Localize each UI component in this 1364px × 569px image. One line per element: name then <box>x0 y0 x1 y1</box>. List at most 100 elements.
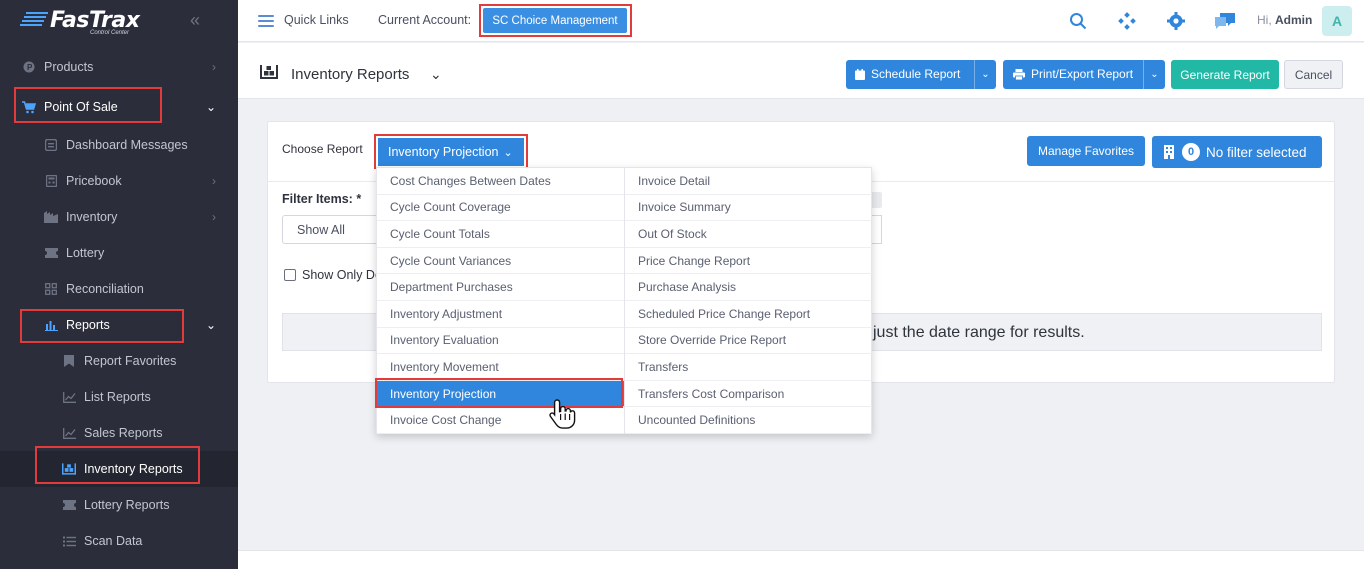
sidebar-item-dashboard-messages[interactable]: Dashboard Messages <box>0 127 238 163</box>
highlight-box <box>479 4 632 37</box>
sidebar-item-label: Pricebook <box>66 174 122 188</box>
page-title: Inventory Reports <box>291 66 410 83</box>
show-only-checkbox[interactable] <box>284 269 296 281</box>
avatar[interactable]: A <box>1322 6 1352 36</box>
print-export-button[interactable]: Print/Export Report ⌄ <box>1003 60 1165 89</box>
sidebar-item-lottery-reports[interactable]: Lottery Reports <box>0 487 238 523</box>
info-message-text: just the date range for results. <box>873 324 1085 341</box>
show-only-label: Show Only De <box>302 268 378 282</box>
highlight-box <box>35 446 200 484</box>
report-option[interactable]: Price Change Report <box>625 248 872 275</box>
report-option[interactable]: Inventory Evaluation <box>377 328 625 355</box>
logo-stripes-icon <box>20 12 48 26</box>
schedule-report-button[interactable]: Schedule Report ⌄ <box>846 60 996 89</box>
calendar-icon <box>855 69 865 80</box>
report-option[interactable]: Store Override Price Report <box>625 328 872 355</box>
apps-diamond-icon[interactable] <box>1118 12 1136 30</box>
current-account-label: Current Account: <box>378 13 472 27</box>
sidebar-item-list-reports[interactable]: List Reports <box>0 379 238 415</box>
gear-icon[interactable] <box>1167 12 1185 30</box>
report-option[interactable]: Uncounted Definitions <box>625 407 872 434</box>
sidebar-item-pricebook[interactable]: Pricebook › <box>0 163 238 199</box>
report-list-column-2: Invoice Detail Invoice Summary Out Of St… <box>624 168 872 434</box>
chevron-down-icon[interactable]: ⌄ <box>430 66 442 83</box>
generate-report-button[interactable]: Generate Report <box>1171 60 1279 89</box>
report-option[interactable]: Inventory Adjustment <box>377 301 625 328</box>
report-option[interactable]: Invoice Cost Change <box>377 407 625 434</box>
line-chart-icon <box>62 426 76 440</box>
filter-button[interactable]: 0 No filter selected <box>1152 136 1322 168</box>
top-bar: Quick Links Current Account: SC Choice M… <box>238 0 1364 42</box>
highlight-box <box>374 134 528 169</box>
report-option[interactable]: Invoice Detail <box>625 168 872 195</box>
chat-icon[interactable] <box>1214 12 1236 30</box>
sidebar-item-label: Reconciliation <box>66 282 144 296</box>
print-export-label: Print/Export Report <box>1031 67 1134 81</box>
ticket-icon <box>44 246 58 260</box>
report-option[interactable]: Transfers <box>625 354 872 381</box>
report-option[interactable]: Cycle Count Totals <box>377 221 625 248</box>
sidebar-item-lottery[interactable]: Lottery <box>0 235 238 271</box>
greeting: Hi, Admin <box>1257 13 1312 27</box>
filter-items-label: Filter Items: * <box>282 192 362 206</box>
sidebar-item-label: Dashboard Messages <box>66 138 188 152</box>
grid-icon <box>44 282 58 296</box>
quick-links-link[interactable]: Quick Links <box>284 13 349 27</box>
report-option[interactable]: Cycle Count Coverage <box>377 195 625 222</box>
sidebar-item-reconciliation[interactable]: Reconciliation <box>0 271 238 307</box>
report-option[interactable]: Invoice Summary <box>625 195 872 222</box>
schedule-report-label: Schedule Report <box>871 67 961 81</box>
report-option[interactable]: Cycle Count Variances <box>377 248 625 275</box>
search-icon[interactable] <box>1069 12 1087 30</box>
sidebar-item-label: Products <box>44 60 94 74</box>
sidebar-item-label: List Reports <box>84 390 151 404</box>
sidebar-item-label: Lottery <box>66 246 105 260</box>
svg-text:P: P <box>27 63 33 72</box>
footer <box>238 550 1364 569</box>
manage-favorites-button[interactable]: Manage Favorites <box>1027 136 1145 166</box>
report-option[interactable]: Scheduled Price Change Report <box>625 301 872 328</box>
sidebar-item-scan-data[interactable]: Scan Data <box>0 523 238 559</box>
collapse-sidebar-icon[interactable]: « <box>190 10 200 31</box>
warehouse-icon <box>260 65 278 79</box>
chevron-right-icon: › <box>212 210 216 224</box>
sidebar: FasTrax Control Center « P Products › Po… <box>0 0 238 569</box>
filter-items-select[interactable]: Show All <box>282 215 382 244</box>
sidebar-item-report-favorites[interactable]: Report Favorites <box>0 343 238 379</box>
fastrax-logo[interactable]: FasTrax Control Center <box>20 6 150 40</box>
report-option[interactable]: Cost Changes Between Dates <box>377 168 625 195</box>
page-header: Inventory Reports ⌄ Schedule Report ⌄ Pr… <box>238 43 1364 99</box>
line-chart-icon <box>62 390 76 404</box>
sidebar-item-label: Lottery Reports <box>84 498 170 512</box>
sidebar-item-products[interactable]: P Products › <box>0 49 238 85</box>
message-icon <box>44 138 58 152</box>
chevron-down-icon[interactable]: ⌄ <box>1143 60 1165 89</box>
report-option[interactable]: Department Purchases <box>377 274 625 301</box>
building-icon <box>1164 145 1174 159</box>
logo-tagline: Control Center <box>90 30 130 36</box>
sidebar-item-label: Inventory <box>66 210 118 224</box>
report-option[interactable]: Out Of Stock <box>625 221 872 248</box>
highlight-box <box>20 309 184 343</box>
user-name: Admin <box>1275 13 1313 27</box>
cancel-button[interactable]: Cancel <box>1284 60 1343 89</box>
choose-report-label: Choose Report <box>282 142 363 156</box>
greeting-text: Hi, <box>1257 13 1272 27</box>
sidebar-item-label: Report Favorites <box>84 354 177 368</box>
bookmark-icon <box>62 354 76 368</box>
list-icon <box>62 534 76 548</box>
chevron-down-icon[interactable]: ⌄ <box>974 60 996 89</box>
sidebar-item-inventory[interactable]: Inventory › <box>0 199 238 235</box>
quick-links-icon[interactable] <box>258 15 274 27</box>
report-option[interactable]: Transfers Cost Comparison <box>625 381 872 408</box>
highlight-box <box>14 87 162 123</box>
chevron-down-icon: ⌄ <box>205 100 216 114</box>
report-option[interactable]: Inventory Movement <box>377 354 625 381</box>
chevron-down-icon: ⌄ <box>205 318 216 332</box>
report-option[interactable]: Purchase Analysis <box>625 274 872 301</box>
ticket-icon <box>62 498 76 512</box>
calculator-icon <box>44 174 58 188</box>
products-icon: P <box>22 60 36 74</box>
chevron-right-icon: › <box>212 60 216 74</box>
sidebar-item-label: Sales Reports <box>84 426 163 440</box>
